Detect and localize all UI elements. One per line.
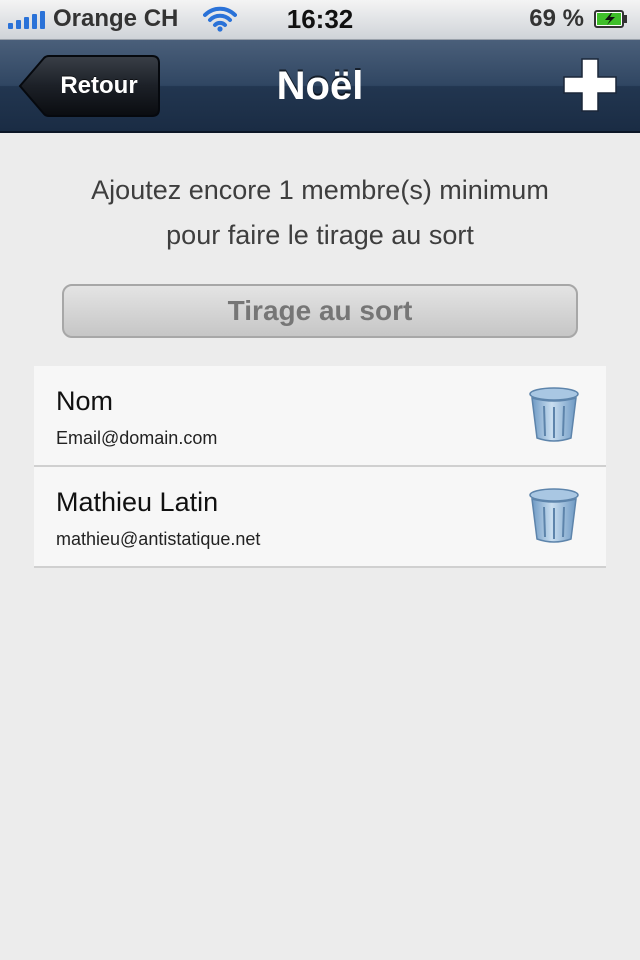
back-button-label: Retour [60, 72, 138, 99]
back-button[interactable]: Retour [18, 55, 160, 117]
battery-charging-icon [594, 10, 627, 28]
battery-percent: 69 % [529, 5, 584, 32]
member-name: Mathieu Latin [56, 487, 219, 517]
status-bar: Orange CH 16:32 69 % [0, 0, 640, 40]
list-item[interactable]: Mathieu Latin mathieu@antistatique.net [34, 467, 606, 568]
member-name: Nom [56, 386, 114, 416]
member-email: Email@domain.com [56, 428, 218, 448]
trash-icon[interactable] [528, 386, 580, 444]
draw-lots-button[interactable]: Tirage au sort [62, 284, 578, 338]
info-message-line1: Ajoutez encore 1 membre(s) minimum [91, 175, 549, 205]
info-message-line2: pour faire le tirage au sort [166, 220, 474, 250]
member-list: Nom Email@domain.com Mathieu Latin mathi… [34, 366, 606, 568]
trash-icon[interactable] [528, 487, 580, 545]
list-item[interactable]: Nom Email@domain.com [34, 366, 606, 467]
page-title: Noël [276, 64, 364, 108]
info-message: Ajoutez encore 1 membre(s) minimum pour … [40, 168, 600, 258]
plus-icon[interactable] [562, 57, 618, 113]
member-email: mathieu@antistatique.net [56, 529, 261, 549]
navigation-bar: Retour Noël [0, 40, 640, 133]
